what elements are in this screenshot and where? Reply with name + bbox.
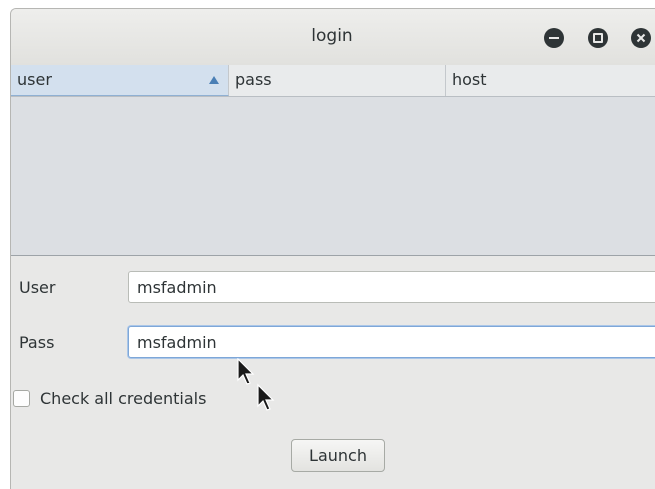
login-window: login user pass host User Pass [10, 8, 655, 489]
column-header-host[interactable]: host [446, 65, 655, 96]
title-bar[interactable]: login [11, 9, 655, 66]
launch-button[interactable]: Launch [291, 439, 385, 472]
credentials-table[interactable]: user pass host [11, 65, 655, 256]
sort-ascending-icon [209, 76, 219, 84]
maximize-icon[interactable] [588, 28, 608, 48]
check-all-credentials-label[interactable]: Check all credentials [40, 389, 206, 408]
pass-input[interactable] [128, 326, 655, 358]
column-header-label: host [452, 70, 487, 89]
user-input[interactable] [128, 271, 655, 303]
table-body[interactable] [11, 97, 655, 255]
column-header-label: pass [235, 70, 272, 89]
column-header-user[interactable]: user [11, 65, 229, 96]
pass-label: Pass [19, 333, 55, 352]
close-icon[interactable] [631, 28, 651, 48]
column-header-pass[interactable]: pass [229, 65, 446, 96]
minimize-icon[interactable] [544, 28, 564, 48]
check-all-credentials-checkbox[interactable] [13, 390, 30, 407]
column-header-label: user [17, 70, 52, 89]
user-label: User [19, 278, 56, 297]
mouse-pointer-icon [237, 357, 283, 418]
table-header: user pass host [11, 65, 655, 97]
